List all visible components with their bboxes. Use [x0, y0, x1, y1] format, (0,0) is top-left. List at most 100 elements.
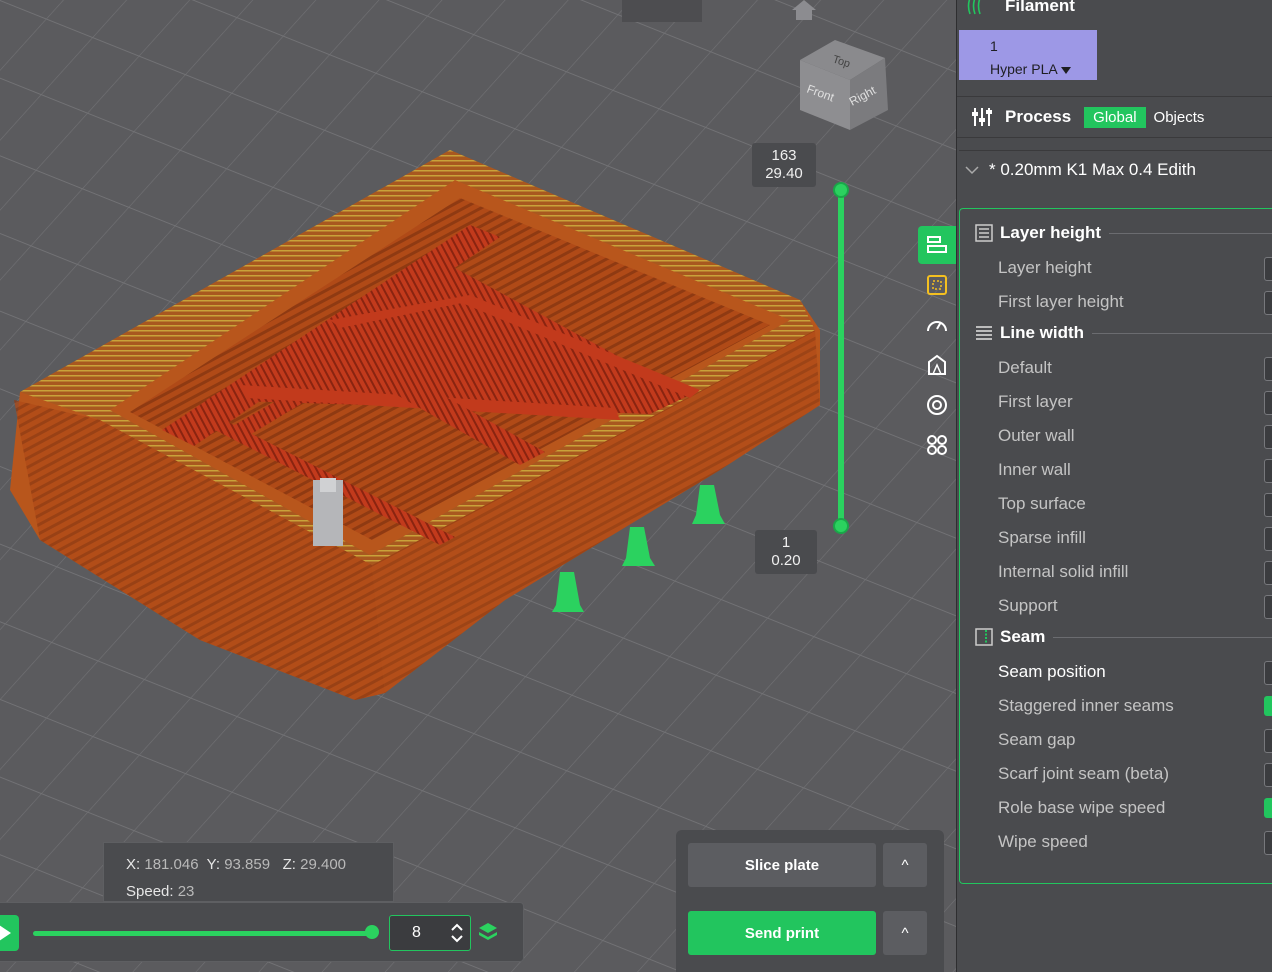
assembly-icon: [927, 435, 947, 455]
group-line-width: Line width: [974, 323, 1272, 343]
layer-height-group-icon: [975, 224, 993, 242]
process-preset-name: * 0.20mm K1 Max 0.4 Edith: [989, 159, 1196, 179]
tab-global[interactable]: Global: [1084, 106, 1146, 128]
coordinates-row: X: 181.046 Y: 93.859 Z: 29.400: [126, 851, 393, 878]
staggered-inner-seams-checkbox[interactable]: [1264, 696, 1272, 716]
option-outer-wall[interactable]: Outer wall: [998, 425, 1272, 449]
settings-list[interactable]: Layer height Layer height First layer he…: [959, 208, 1272, 884]
option-label: Inner wall: [998, 460, 1071, 479]
seam-group-icon: [975, 628, 993, 646]
filament-slot-number: 1: [990, 38, 998, 54]
y-value: 93.859: [224, 856, 271, 873]
position-info-box: X: 181.046 Y: 93.859 Z: 29.400 Speed: 23: [103, 842, 394, 902]
seam-gap-input[interactable]: [1264, 729, 1272, 753]
layers-icon[interactable]: [477, 921, 499, 943]
option-layer-height[interactable]: Layer height: [998, 257, 1272, 281]
spinner-arrows-icon[interactable]: [450, 922, 464, 944]
group-seam: Seam: [974, 627, 1272, 647]
sparse-infill-width-input[interactable]: [1264, 527, 1272, 551]
layer-height-input[interactable]: [1264, 257, 1272, 281]
option-sparse-infill[interactable]: Sparse infill: [998, 527, 1272, 551]
internal-solid-infill-width-input[interactable]: [1264, 561, 1272, 585]
scarf-joint-seam-select[interactable]: [1264, 763, 1272, 787]
option-role-base-wipe-speed[interactable]: Role base wipe speed: [998, 798, 1272, 818]
support-width-input[interactable]: [1264, 595, 1272, 619]
speed-label: Speed:: [126, 883, 174, 900]
option-top-surface[interactable]: Top surface: [998, 493, 1272, 517]
group-divider: [1092, 332, 1272, 334]
first-layer-width-input[interactable]: [1264, 391, 1272, 415]
layer-slider-track[interactable]: [838, 190, 844, 527]
wipe-speed-input[interactable]: [1264, 831, 1272, 855]
first-layer-height-input[interactable]: [1264, 291, 1272, 315]
layer-height-tool-button[interactable]: [918, 226, 956, 264]
speed-gauge-button[interactable]: [918, 306, 956, 344]
option-label: Role base wipe speed: [998, 798, 1166, 817]
chevron-down-icon: [965, 165, 979, 174]
outer-wall-width-input[interactable]: [1264, 425, 1272, 449]
group-divider: [1053, 636, 1272, 638]
bottom-layer-label: 1 0.20: [755, 530, 817, 574]
assembly-button[interactable]: [918, 426, 956, 464]
option-label: Default: [998, 358, 1052, 377]
support-paint-icon: [927, 275, 947, 295]
option-label: First layer: [998, 392, 1073, 411]
group-layer-height: Layer height: [974, 223, 1272, 243]
default-width-input[interactable]: [1264, 357, 1272, 381]
move-slider-track[interactable]: [33, 931, 373, 936]
move-slider-handle[interactable]: [365, 925, 379, 939]
option-seam-gap[interactable]: Seam gap: [998, 729, 1272, 753]
send-options-button[interactable]: ^: [883, 911, 927, 955]
move-step-spinner[interactable]: 8: [389, 915, 471, 951]
slice-plate-button[interactable]: Slice plate: [688, 843, 876, 887]
inner-wall-width-input[interactable]: [1264, 459, 1272, 483]
home-icon[interactable]: [790, 0, 818, 20]
3d-viewport[interactable]: Top Front Right 163 29.40 1 0.20 X: 181.…: [0, 0, 956, 972]
top-surface-width-input[interactable]: [1264, 493, 1272, 517]
option-label: Wipe speed: [998, 832, 1088, 851]
option-default[interactable]: Default: [998, 357, 1272, 381]
option-first-layer-height[interactable]: First layer height: [998, 291, 1272, 315]
seam-position-select[interactable]: [1264, 661, 1272, 685]
measure-icon: [927, 395, 947, 415]
option-label: Staggered inner seams: [998, 696, 1174, 715]
option-first-layer[interactable]: First layer: [998, 391, 1272, 415]
play-icon: [0, 925, 11, 941]
option-wipe-speed[interactable]: Wipe speed: [998, 831, 1272, 855]
group-layer-height-title: Layer height: [1000, 223, 1102, 242]
option-inner-wall[interactable]: Inner wall: [998, 459, 1272, 483]
slice-options-button[interactable]: ^: [883, 843, 927, 887]
filament-slot-select[interactable]: Hyper PLA: [990, 58, 1097, 81]
option-scarf-joint-seam[interactable]: Scarf joint seam (beta): [998, 763, 1272, 787]
speed-row: Speed: 23: [126, 878, 393, 905]
settings-sidebar: Filament 1 Hyper PLA Process Global Obje…: [956, 0, 1272, 972]
option-internal-solid-infill[interactable]: Internal solid infill: [998, 561, 1272, 585]
option-seam-position[interactable]: Seam position: [998, 661, 1272, 685]
option-label: Sparse infill: [998, 528, 1086, 547]
option-support[interactable]: Support: [998, 595, 1272, 619]
view-cube[interactable]: Top Front Right: [790, 30, 900, 140]
process-title: Process: [1005, 107, 1072, 126]
x-value: 181.046: [144, 856, 199, 873]
play-button[interactable]: [0, 915, 19, 951]
tab-objects[interactable]: Objects: [1154, 109, 1205, 126]
measure-button[interactable]: [918, 386, 956, 424]
top-layer-height: 29.40: [765, 165, 803, 182]
move-slider-bar: 8: [0, 902, 524, 962]
send-print-button[interactable]: Send print: [688, 911, 876, 955]
seam-paint-icon: [928, 354, 946, 375]
layer-slider-top-handle[interactable]: [833, 182, 849, 198]
process-preset-select[interactable]: * 0.20mm K1 Max 0.4 Edith: [959, 150, 1272, 188]
support-paint-button[interactable]: [918, 266, 956, 304]
filament-spool-icon: [967, 0, 981, 15]
x-label: X:: [126, 856, 141, 873]
filament-slot-card[interactable]: 1 Hyper PLA: [959, 30, 1097, 80]
option-label: Layer height: [998, 258, 1092, 277]
speed-value: 23: [177, 883, 195, 900]
seam-paint-button[interactable]: [918, 346, 956, 384]
option-staggered-inner-seams[interactable]: Staggered inner seams: [998, 696, 1272, 716]
filament-title: Filament: [1005, 0, 1075, 15]
move-step-value: 8: [412, 924, 421, 941]
role-base-wipe-speed-checkbox[interactable]: [1264, 798, 1272, 818]
layer-slider-bottom-handle[interactable]: [833, 518, 849, 534]
